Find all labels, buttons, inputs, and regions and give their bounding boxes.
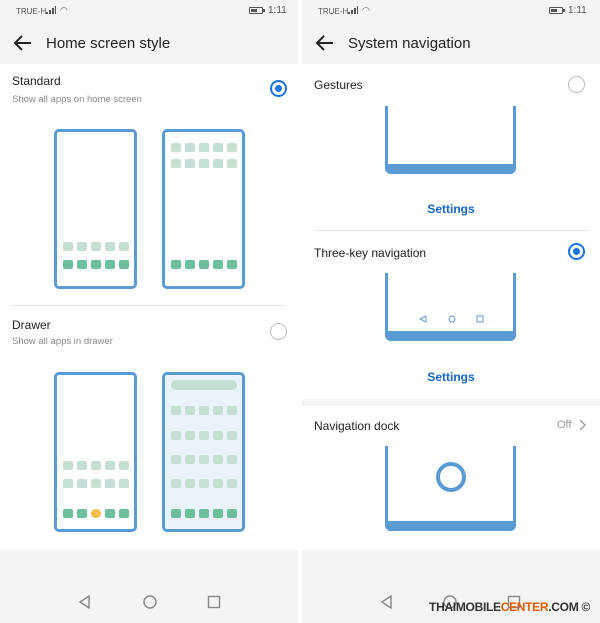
- gestures-preview: [385, 106, 516, 174]
- watermark-part1: THAIMOBILE: [429, 600, 501, 614]
- three-key-preview: [385, 273, 516, 341]
- gestures-radio[interactable]: [568, 76, 585, 93]
- dock-circle-icon: [436, 462, 466, 492]
- nav-recents-icon[interactable]: [207, 595, 221, 609]
- battery-icon: [249, 7, 265, 14]
- signal-icon: [46, 6, 56, 14]
- watermark-part2: CENTER: [500, 600, 549, 614]
- search-bar-preview: [171, 380, 237, 390]
- app-bar: System navigation: [302, 26, 600, 62]
- home-screen-style-pane: TRUE-H ◠ 1:11 Home screen style Standard…: [0, 0, 298, 623]
- nav-home-icon[interactable]: [143, 595, 157, 609]
- back-arrow-icon[interactable]: [12, 32, 34, 54]
- status-bar: TRUE-H ◠ 1:11: [302, 0, 600, 24]
- three-key-radio[interactable]: [568, 243, 585, 260]
- three-key-settings-link[interactable]: Settings: [401, 370, 501, 384]
- gestures-option[interactable]: Gestures Settings: [302, 64, 600, 231]
- drawer-title: Drawer: [12, 318, 51, 332]
- clock: 1:11: [568, 5, 587, 16]
- carrier-label: TRUE-H: [16, 7, 47, 16]
- drawer-apps-preview: [162, 372, 245, 532]
- preview-home-icon: [448, 315, 456, 323]
- watermark: THAIMOBILECENTER.COM ©: [429, 600, 590, 614]
- chevron-right-icon: [579, 419, 586, 431]
- system-nav-bar: [0, 583, 298, 623]
- navigation-dock-title: Navigation dock: [314, 419, 400, 433]
- page-title: Home screen style: [46, 35, 171, 52]
- drawer-home-preview: [54, 372, 137, 532]
- three-key-title: Three-key navigation: [314, 246, 427, 260]
- standard-subtitle: Show all apps on home screen: [12, 94, 142, 105]
- standard-home-preview: [54, 129, 137, 289]
- navigation-dock-option[interactable]: Navigation dock Off: [302, 406, 600, 550]
- drawer-option[interactable]: Drawer Show all apps in drawer: [0, 306, 298, 550]
- nav-back-icon[interactable]: [78, 595, 92, 609]
- standard-option[interactable]: Standard Show all apps on home screen: [0, 64, 298, 306]
- navigation-dock-preview: [385, 446, 516, 531]
- wifi-icon: ◠: [60, 5, 68, 15]
- standard-radio[interactable]: [270, 80, 287, 97]
- gestures-settings-link[interactable]: Settings: [401, 202, 501, 216]
- drawer-subtitle: Show all apps in drawer: [12, 336, 113, 347]
- watermark-part3: .COM: [548, 600, 579, 614]
- wifi-icon: ◠: [362, 5, 370, 15]
- battery-icon: [549, 7, 565, 14]
- back-arrow-icon[interactable]: [314, 32, 336, 54]
- app-bar: Home screen style: [0, 26, 298, 62]
- drawer-radio[interactable]: [270, 323, 287, 340]
- preview-back-icon: [419, 315, 427, 323]
- standard-title: Standard: [12, 74, 61, 88]
- three-key-option[interactable]: Three-key navigation Settings: [302, 231, 600, 399]
- copyright-icon: ©: [581, 600, 590, 614]
- system-navigation-pane: TRUE-H ◠ 1:11 System navigation Gestures…: [302, 0, 600, 623]
- carrier-label: TRUE-H: [318, 7, 349, 16]
- standard-apps-preview: [162, 129, 245, 289]
- navigation-dock-value: Off: [557, 419, 572, 431]
- status-bar: TRUE-H ◠ 1:11: [0, 0, 298, 24]
- preview-recents-icon: [476, 315, 484, 323]
- page-title: System navigation: [348, 35, 471, 52]
- nav-back-icon[interactable]: [380, 595, 394, 609]
- signal-icon: [348, 6, 358, 14]
- clock: 1:11: [268, 5, 287, 16]
- gestures-title: Gestures: [314, 78, 363, 92]
